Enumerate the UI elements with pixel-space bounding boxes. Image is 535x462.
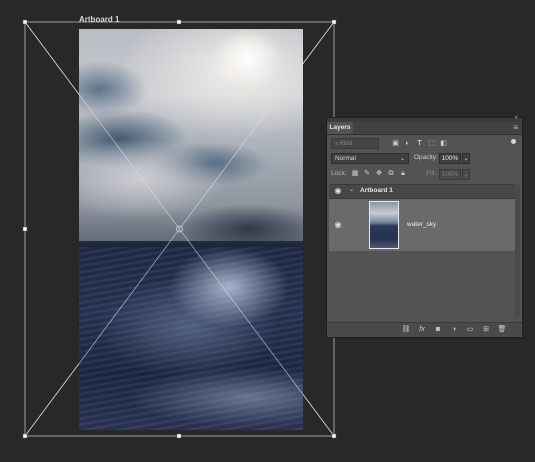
blend-row: Normal ⌄ Opacity: 100% ⌄	[331, 153, 520, 165]
fill-chevron-down-icon[interactable]: ⌄	[462, 169, 470, 180]
group-folder-icon[interactable]: ▭	[465, 325, 475, 335]
blend-mode-select[interactable]: Normal ⌄	[331, 153, 409, 164]
adjustment-filter-icon[interactable]: ◐	[403, 139, 412, 148]
kind-filter-select[interactable]: ⌕ Kind	[331, 138, 379, 149]
transform-handle-bottom-center[interactable]	[176, 433, 182, 439]
link-icon[interactable]: ⛓︎	[401, 325, 411, 335]
smart-object-filter-icon[interactable]: ◧	[439, 139, 448, 148]
panel-header: Layers ≡	[327, 122, 522, 135]
filter-toggle-icon[interactable]	[511, 139, 516, 144]
filter-row: ⌕ Kind ▣ ◐ T ⬚ ◧	[331, 138, 520, 150]
transform-handle-bottom-left[interactable]	[22, 433, 28, 439]
layer-thumbnail	[369, 201, 399, 249]
layers-scrollbar[interactable]	[515, 184, 520, 317]
visibility-eye-icon[interactable]: ◉	[333, 186, 343, 196]
sea-region	[79, 247, 303, 430]
transform-handle-bottom-right[interactable]	[331, 433, 337, 439]
chevron-down-icon[interactable]: ⌄	[349, 186, 354, 193]
transform-handle-top-right[interactable]	[331, 19, 337, 25]
fill-field[interactable]: 100%	[439, 169, 461, 180]
artboard-photo[interactable]	[79, 29, 303, 430]
trash-icon[interactable]: 🗑︎	[497, 325, 507, 335]
shape-filter-icon[interactable]: ⬚	[427, 139, 436, 148]
collapse-icon[interactable]: «	[515, 115, 518, 121]
layer-name: Artboard 1	[360, 187, 393, 194]
chevron-down-icon: ⌄	[399, 156, 405, 162]
lock-row: Lock: ▦ ✎ ✥ ⧉ 🔒︎ Fill: 100% ⌄	[331, 169, 520, 181]
fill-label: Fill:	[426, 170, 437, 177]
transform-handle-top-left[interactable]	[22, 19, 28, 25]
type-filter-icon[interactable]: T	[415, 139, 424, 148]
panel-menu-icon[interactable]: ≡	[513, 123, 518, 132]
layer-name: water_sky	[407, 221, 437, 228]
transform-handle-middle-left[interactable]	[22, 226, 28, 232]
lock-transparent-pixels-icon[interactable]: ▦	[351, 170, 359, 178]
lock-label: Lock:	[331, 170, 347, 177]
new-layer-icon[interactable]: ⊞	[481, 325, 491, 335]
layers-panel: « Layers ≡ ⌕ Kind ▣ ◐ T ⬚ ◧ Normal ⌄ Opa…	[326, 115, 523, 338]
sky-region	[79, 29, 303, 249]
transform-handle-top-center[interactable]	[176, 19, 182, 25]
adjustment-layer-icon[interactable]: ◑	[449, 325, 459, 335]
artboard-title[interactable]: Artboard 1	[79, 15, 119, 24]
layer-row-artboard[interactable]: ◉ ⌄ Artboard 1	[329, 185, 515, 199]
lock-position-icon[interactable]: ✥	[375, 170, 383, 178]
image-filter-icon[interactable]: ▣	[391, 139, 400, 148]
opacity-field[interactable]: 100%	[439, 153, 461, 164]
opacity-label: Opacity:	[414, 154, 438, 161]
fx-icon[interactable]: fx	[417, 325, 427, 335]
tab-layers[interactable]: Layers	[327, 122, 353, 134]
mask-icon[interactable]: ◙	[433, 325, 443, 335]
lock-all-icon[interactable]: 🔒︎	[399, 170, 407, 178]
layers-list: ◉ ⌄ Artboard 1 ◉ water_sky	[329, 184, 515, 318]
visibility-eye-icon[interactable]: ◉	[333, 220, 343, 230]
panel-footer: ⛓︎ fx ◙ ◑ ▭ ⊞ 🗑︎	[327, 322, 522, 337]
lock-image-pixels-icon[interactable]: ✎	[363, 170, 371, 178]
lock-artboard-icon[interactable]: ⧉	[387, 170, 395, 178]
opacity-chevron-down-icon[interactable]: ⌄	[462, 153, 470, 164]
layer-row-water-sky[interactable]: ◉ water_sky	[329, 199, 515, 251]
